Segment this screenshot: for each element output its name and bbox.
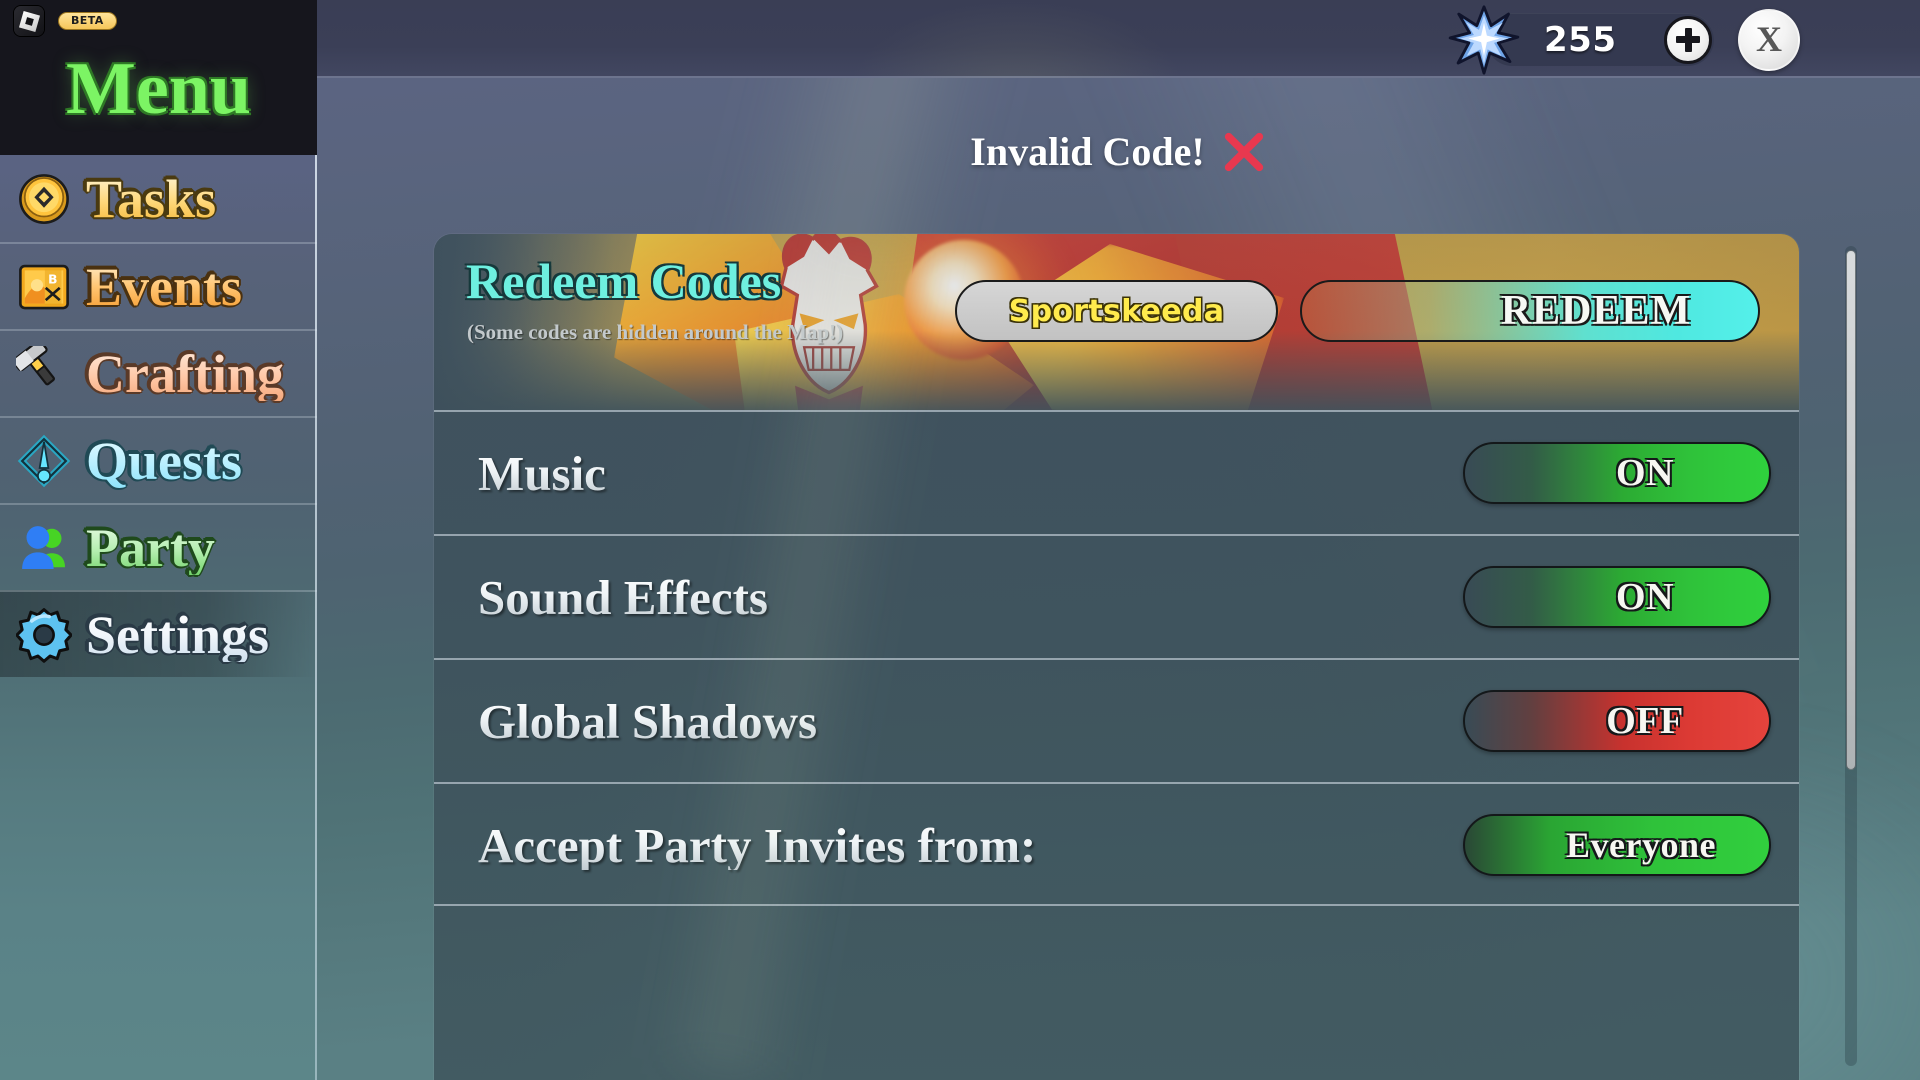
sidebar-item-quests[interactable]: Quests bbox=[0, 416, 317, 503]
hammer-icon bbox=[16, 345, 55, 385]
status-message: Invalid Code! bbox=[970, 129, 1205, 174]
currency-area: 255 X bbox=[1448, 4, 1800, 75]
quest-diamond-icon bbox=[17, 434, 71, 487]
global-shadows-toggle-value: OFF bbox=[1606, 700, 1684, 742]
redeem-codes-row: Redeem Codes (Some codes are hidden arou… bbox=[434, 234, 1799, 410]
page-title: Menu bbox=[66, 48, 251, 130]
sidebar-divider bbox=[315, 155, 317, 1080]
close-x-icon: X bbox=[1756, 18, 1782, 59]
beta-badge: BETA bbox=[58, 12, 117, 30]
top-bar: 255 X bbox=[317, 0, 1920, 78]
redeem-title: Redeem Codes bbox=[466, 253, 782, 309]
star-burst-icon bbox=[1448, 4, 1520, 75]
code-input[interactable]: Sportskeeda bbox=[955, 280, 1278, 342]
sidebar-item-label: Tasks bbox=[86, 168, 217, 229]
party-invites-value: Everyone bbox=[1566, 825, 1716, 865]
sound-effects-toggle-value: ON bbox=[1616, 576, 1674, 618]
code-input-value: Sportskeeda bbox=[1008, 293, 1225, 329]
plus-icon-vertical bbox=[1684, 27, 1692, 52]
gold-coin-icon bbox=[19, 173, 69, 224]
red-x-icon bbox=[1224, 132, 1263, 171]
svg-text:B: B bbox=[48, 272, 57, 286]
music-toggle-value: ON bbox=[1616, 452, 1674, 494]
sidebar-item-settings[interactable]: Settings bbox=[0, 590, 317, 677]
global-shadows-toggle[interactable]: OFF bbox=[1463, 690, 1771, 752]
currency-display: 255 bbox=[1448, 4, 1714, 75]
sound-effects-toggle[interactable]: ON bbox=[1463, 566, 1771, 628]
sidebar-item-crafting[interactable]: Crafting bbox=[0, 329, 317, 416]
sidebar-item-events[interactable]: B Events bbox=[0, 242, 317, 329]
setting-label: Sound Effects bbox=[478, 569, 768, 625]
gear-icon bbox=[16, 607, 72, 663]
setting-row-music: Music ON bbox=[434, 410, 1799, 534]
party-invites-selector[interactable]: Everyone bbox=[1463, 814, 1771, 876]
sidebar-nav: Tasks B Events Crafting Quests Party Set… bbox=[0, 155, 317, 1080]
settings-rows: Music ON Sound Effects ON Global Shadows… bbox=[434, 410, 1799, 906]
people-group-icon bbox=[22, 525, 65, 569]
top-bar-shading bbox=[847, 0, 1187, 78]
music-toggle[interactable]: ON bbox=[1463, 442, 1771, 504]
setting-row-global-shadows: Global Shadows OFF bbox=[434, 658, 1799, 782]
currency-value: 255 bbox=[1544, 19, 1617, 60]
sidebar-item-party[interactable]: Party bbox=[0, 503, 317, 590]
settings-panel: Redeem Codes (Some codes are hidden arou… bbox=[434, 234, 1799, 1080]
roblox-logo-icon bbox=[14, 6, 44, 36]
platform-badge-row: BETA bbox=[14, 6, 117, 36]
redeem-button-label: REDEEM bbox=[1500, 288, 1692, 334]
status-toast: Invalid Code! bbox=[0, 128, 1920, 175]
setting-row-sound-effects: Sound Effects ON bbox=[434, 534, 1799, 658]
redeem-button[interactable]: REDEEM bbox=[1300, 280, 1760, 342]
scrollbar-thumb[interactable] bbox=[1846, 250, 1856, 770]
setting-label: Global Shadows bbox=[478, 693, 818, 749]
setting-label: Music bbox=[478, 445, 606, 501]
sidebar-item-label: Events bbox=[86, 256, 243, 317]
game-menu-screen: 255 X BETA Menu Tasks B Events Crafting … bbox=[0, 0, 1920, 1080]
sidebar-item-label: Quests bbox=[86, 430, 243, 491]
add-currency-button[interactable] bbox=[1664, 15, 1712, 64]
event-banner-icon: B bbox=[19, 264, 69, 309]
sidebar-item-label: Party bbox=[86, 517, 215, 578]
row-separator bbox=[434, 904, 1799, 906]
sidebar-item-label: Settings bbox=[86, 604, 270, 665]
setting-label: Accept Party Invites from: bbox=[478, 817, 1037, 873]
close-menu-button[interactable]: X bbox=[1738, 8, 1800, 71]
panel-scrollbar[interactable] bbox=[1845, 246, 1857, 1066]
setting-row-party-invites: Accept Party Invites from: Everyone bbox=[434, 782, 1799, 906]
sidebar-item-label: Crafting bbox=[86, 343, 284, 404]
redeem-subtitle: (Some codes are hidden around the Map!) bbox=[467, 320, 844, 344]
